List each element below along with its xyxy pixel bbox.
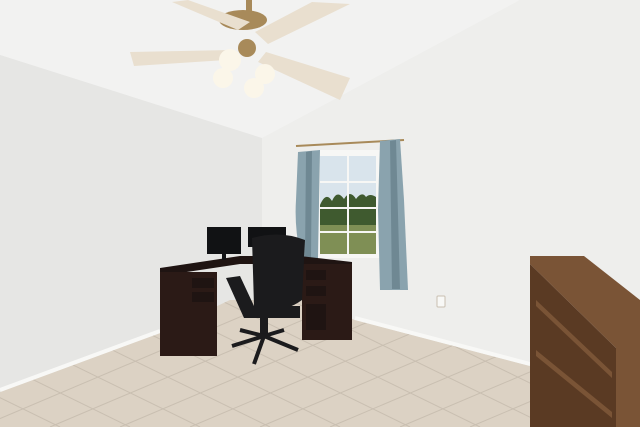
room-illustration xyxy=(0,0,640,427)
outlet-icon xyxy=(436,295,446,308)
monitor-icon xyxy=(207,227,241,254)
window xyxy=(316,150,380,258)
room-photo xyxy=(0,0,640,427)
left-curtain-fold xyxy=(305,151,312,260)
